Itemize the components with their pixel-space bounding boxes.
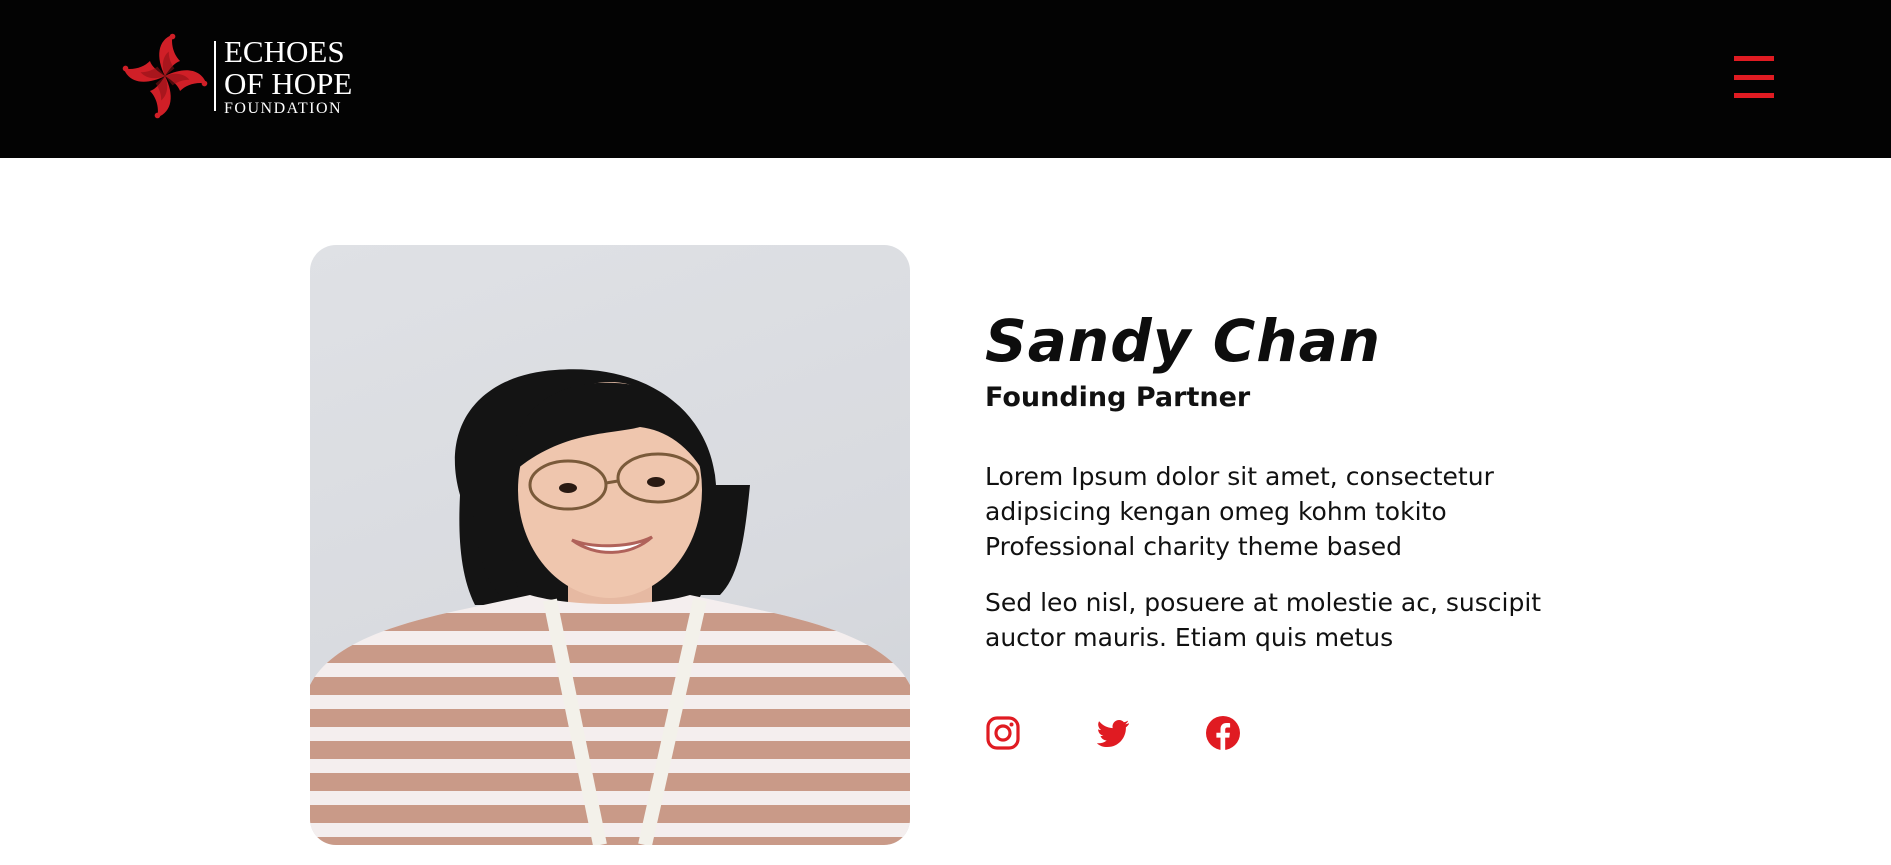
logo-line-echoes: ECHOES: [224, 33, 345, 69]
profile-photo: [310, 245, 910, 845]
logo-line-of-hope: OF HOPE: [224, 65, 353, 101]
site-header: ECHOES OF HOPE FOUNDATION: [0, 0, 1891, 158]
twitter-icon: [1096, 720, 1129, 747]
profile-details: Sandy Chan Founding Partner Lorem Ipsum …: [985, 307, 1585, 655]
hands-pinwheel-logo-icon: [122, 33, 208, 119]
profile-bio-paragraph-1: Lorem Ipsum dolor sit amet, consectetur …: [985, 461, 1494, 561]
instagram-link[interactable]: [985, 715, 1021, 751]
menu-bar-middle: [1734, 74, 1774, 80]
twitter-link[interactable]: [1095, 715, 1131, 751]
logo-wordmark: ECHOES OF HOPE FOUNDATION: [224, 36, 352, 117]
facebook-icon: [1206, 716, 1240, 750]
menu-bar-bottom: [1734, 93, 1774, 98]
profile-name: Sandy Chan: [985, 307, 1382, 375]
facebook-link[interactable]: [1205, 715, 1241, 751]
profile-bio-paragraph-2: Sed leo nisl, posuere at molestie ac, su…: [985, 587, 1542, 652]
menu-bar-top: [1734, 56, 1774, 61]
logo-divider: [214, 41, 216, 111]
instagram-icon: [986, 716, 1020, 750]
hamburger-menu-icon[interactable]: [1734, 54, 1774, 100]
profile-role: Founding Partner: [985, 381, 1251, 413]
echoes-of-hope-logo[interactable]: ECHOES OF HOPE FOUNDATION: [118, 28, 358, 124]
logo-line-foundation: FOUNDATION: [224, 99, 343, 117]
portrait-illustration: [310, 369, 910, 845]
social-links: [985, 715, 1241, 751]
